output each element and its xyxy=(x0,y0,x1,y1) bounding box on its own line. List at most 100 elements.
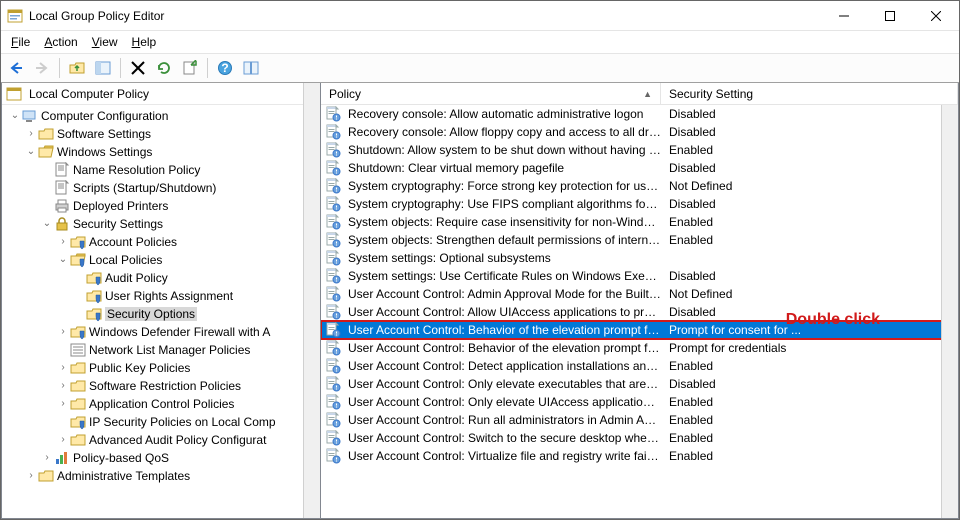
tree-item-label: Audit Policy xyxy=(105,271,168,285)
policy-setting: Enabled xyxy=(661,359,958,373)
tree-item-nrp[interactable]: Name Resolution Policy xyxy=(2,161,320,179)
tree-pane[interactable]: Local Computer Policy ⌄Computer Configur… xyxy=(1,83,321,519)
folderOpen-icon xyxy=(38,144,54,160)
tree-item-label: Software Settings xyxy=(57,127,151,141)
close-button[interactable] xyxy=(913,1,959,30)
policy-row[interactable]: System cryptography: Force strong key pr… xyxy=(321,177,958,195)
policy-icon xyxy=(325,286,341,302)
tree-item-at[interactable]: ›Administrative Templates xyxy=(2,467,320,485)
expand-toggle[interactable]: › xyxy=(56,397,70,411)
expand-toggle[interactable]: › xyxy=(56,379,70,393)
help-button[interactable]: ? xyxy=(214,57,236,79)
policy-row[interactable]: User Account Control: Switch to the secu… xyxy=(321,429,958,447)
policy-row[interactable]: User Account Control: Virtualize file an… xyxy=(321,447,958,465)
refresh-button[interactable] xyxy=(153,57,175,79)
policy-icon xyxy=(325,304,341,320)
policy-setting: Enabled xyxy=(661,413,958,427)
policy-row[interactable]: User Account Control: Admin Approval Mod… xyxy=(321,285,958,303)
policy-row[interactable]: System settings: Optional subsystems xyxy=(321,249,958,267)
policy-row[interactable]: User Account Control: Detect application… xyxy=(321,357,958,375)
tree-item-label: Deployed Printers xyxy=(73,199,168,213)
expand-toggle[interactable]: › xyxy=(56,235,70,249)
back-button[interactable] xyxy=(5,57,27,79)
tree-item-ipsec[interactable]: IP Security Policies on Local Comp xyxy=(2,413,320,431)
column-setting[interactable]: Security Setting xyxy=(661,83,958,105)
export-button[interactable] xyxy=(179,57,201,79)
policy-row[interactable]: Recovery console: Allow floppy copy and … xyxy=(321,123,958,141)
toolbar: ? xyxy=(1,53,959,83)
menu-action[interactable]: Action xyxy=(38,33,83,51)
expand-toggle[interactable]: ⌄ xyxy=(56,253,70,267)
expand-toggle[interactable]: › xyxy=(40,451,54,465)
tree-header: Local Computer Policy xyxy=(2,83,320,105)
expand-toggle[interactable]: ⌄ xyxy=(24,145,38,159)
policy-row[interactable]: User Account Control: Run all administra… xyxy=(321,411,958,429)
tree-item-acp[interactable]: ›Application Control Policies xyxy=(2,395,320,413)
tree-item-srp[interactable]: ›Software Restriction Policies xyxy=(2,377,320,395)
policy-icon xyxy=(325,268,341,284)
delete-button[interactable] xyxy=(127,57,149,79)
menu-file[interactable]: File xyxy=(5,33,36,51)
expand-toggle[interactable]: › xyxy=(24,469,38,483)
menu-view[interactable]: View xyxy=(86,33,124,51)
expand-toggle[interactable]: › xyxy=(56,325,70,339)
policy-row[interactable]: Shutdown: Allow system to be shut down w… xyxy=(321,141,958,159)
tree-item-label: Advanced Audit Policy Configurat xyxy=(89,433,266,447)
expand-toggle[interactable]: › xyxy=(56,433,70,447)
tree-item-wdfw[interactable]: ›Windows Defender Firewall with A xyxy=(2,323,320,341)
tree-item-dp[interactable]: Deployed Printers xyxy=(2,197,320,215)
up-folder-button[interactable] xyxy=(66,57,88,79)
list-header: Policy ▲ Security Setting xyxy=(321,83,958,105)
policy-row[interactable]: System settings: Use Certificate Rules o… xyxy=(321,267,958,285)
tree-item-so[interactable]: Security Options xyxy=(2,305,320,323)
policy-name: User Account Control: Virtualize file an… xyxy=(348,449,661,463)
policy-setting: Disabled xyxy=(661,269,958,283)
filter-button[interactable] xyxy=(240,57,262,79)
list-pane[interactable]: Policy ▲ Security Setting Recovery conso… xyxy=(321,83,959,519)
policy-icon xyxy=(325,322,341,338)
minimize-button[interactable] xyxy=(821,1,867,30)
tree-item-cc[interactable]: ⌄Computer Configuration xyxy=(2,107,320,125)
show-hide-tree-button[interactable] xyxy=(92,57,114,79)
tree-item-audit[interactable]: Audit Policy xyxy=(2,269,320,287)
tree-item-pkp[interactable]: ›Public Key Policies xyxy=(2,359,320,377)
tree-item-label: Policy-based QoS xyxy=(73,451,169,465)
annotation-callout: Double click xyxy=(786,311,880,329)
tree-item-nlmp[interactable]: Network List Manager Policies xyxy=(2,341,320,359)
tree-item-pbq[interactable]: › Policy-based QoS xyxy=(2,449,320,467)
expand-toggle[interactable]: ⌄ xyxy=(8,109,22,123)
forward-button[interactable] xyxy=(31,57,53,79)
policy-row[interactable]: System objects: Require case insensitivi… xyxy=(321,213,958,231)
tree-item-ws[interactable]: ⌄Windows Settings xyxy=(2,143,320,161)
computer-icon xyxy=(22,108,38,124)
policy-row[interactable]: System objects: Strengthen default permi… xyxy=(321,231,958,249)
toolbar-sep-3 xyxy=(207,58,208,78)
column-policy[interactable]: Policy ▲ xyxy=(321,83,661,105)
tree-item-label: IP Security Policies on Local Comp xyxy=(89,415,276,429)
tree-item-ap[interactable]: ›Account Policies xyxy=(2,233,320,251)
toolbar-sep-2 xyxy=(120,58,121,78)
policy-setting: Disabled xyxy=(661,377,958,391)
policy-icon xyxy=(325,358,341,374)
tree-item-label: Network List Manager Policies xyxy=(89,343,250,357)
expand-toggle[interactable]: ⌄ xyxy=(40,217,54,231)
maximize-button[interactable] xyxy=(867,1,913,30)
policy-row[interactable]: User Account Control: Only elevate execu… xyxy=(321,375,958,393)
policy-row[interactable]: User Account Control: Only elevate UIAcc… xyxy=(321,393,958,411)
tree-item-ss[interactable]: › Software Settings xyxy=(2,125,320,143)
policy-icon xyxy=(325,412,341,428)
tree-item-sec[interactable]: ⌄Security Settings xyxy=(2,215,320,233)
policy-setting: Disabled xyxy=(661,161,958,175)
policy-row[interactable]: System cryptography: Use FIPS compliant … xyxy=(321,195,958,213)
expand-toggle[interactable]: › xyxy=(24,127,38,141)
expand-toggle[interactable]: › xyxy=(56,361,70,375)
tree-item-lp[interactable]: ⌄Local Policies xyxy=(2,251,320,269)
tree-item-scripts[interactable]: Scripts (Startup/Shutdown) xyxy=(2,179,320,197)
policy-row[interactable]: Recovery console: Allow automatic admini… xyxy=(321,105,958,123)
policy-setting: Not Defined xyxy=(661,179,958,193)
policy-row[interactable]: Shutdown: Clear virtual memory pagefileD… xyxy=(321,159,958,177)
policy-row[interactable]: User Account Control: Behavior of the el… xyxy=(321,339,958,357)
tree-item-aapc[interactable]: › Advanced Audit Policy Configurat xyxy=(2,431,320,449)
tree-item-ura[interactable]: User Rights Assignment xyxy=(2,287,320,305)
menu-help[interactable]: Help xyxy=(126,33,163,51)
